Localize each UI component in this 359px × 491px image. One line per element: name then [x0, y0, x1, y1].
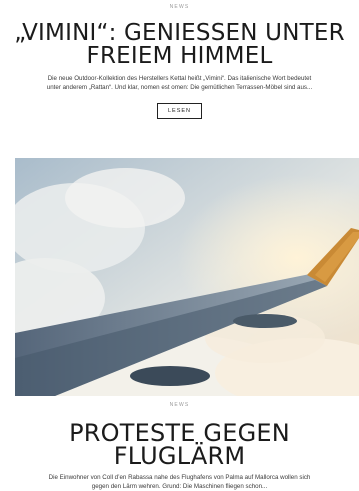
article-headline[interactable]: Proteste gegen Fluglärm — [0, 408, 359, 468]
teaser-line-1: Die neue Outdoor-Kollektion des Herstell… — [47, 75, 312, 82]
headline-line-2[interactable]: freiem Himmel — [87, 43, 273, 69]
article-teaser: Die Einwohner von Coll d’en Rabassa nahe… — [0, 468, 359, 491]
read-more-button[interactable]: LESEN — [156, 103, 203, 119]
airplane-wing-photo-icon — [15, 158, 359, 396]
teaser-line-1: Die Einwohner von Coll d’en Rabassa nahe… — [48, 474, 311, 481]
teaser-line-2: gegen den Lärm wehren. Grund: Die Maschi… — [91, 483, 268, 490]
article-fluglaerm: NEWS Proteste gegen Fluglärm Die Einwohn… — [0, 402, 359, 491]
article-headline[interactable]: „Vimini“: Geniessen unter freiem Himmel — [0, 10, 359, 68]
teaser-line-2: unter anderem „Rattan“. Und klar, nomen … — [46, 84, 313, 91]
hero-image[interactable] — [15, 158, 359, 396]
article-category: NEWS — [169, 4, 190, 10]
article-vimini: NEWS „Vimini“: Geniessen unter freiem Hi… — [0, 0, 359, 119]
article-teaser: Die neue Outdoor-Kollektion des Herstell… — [1, 68, 358, 92]
